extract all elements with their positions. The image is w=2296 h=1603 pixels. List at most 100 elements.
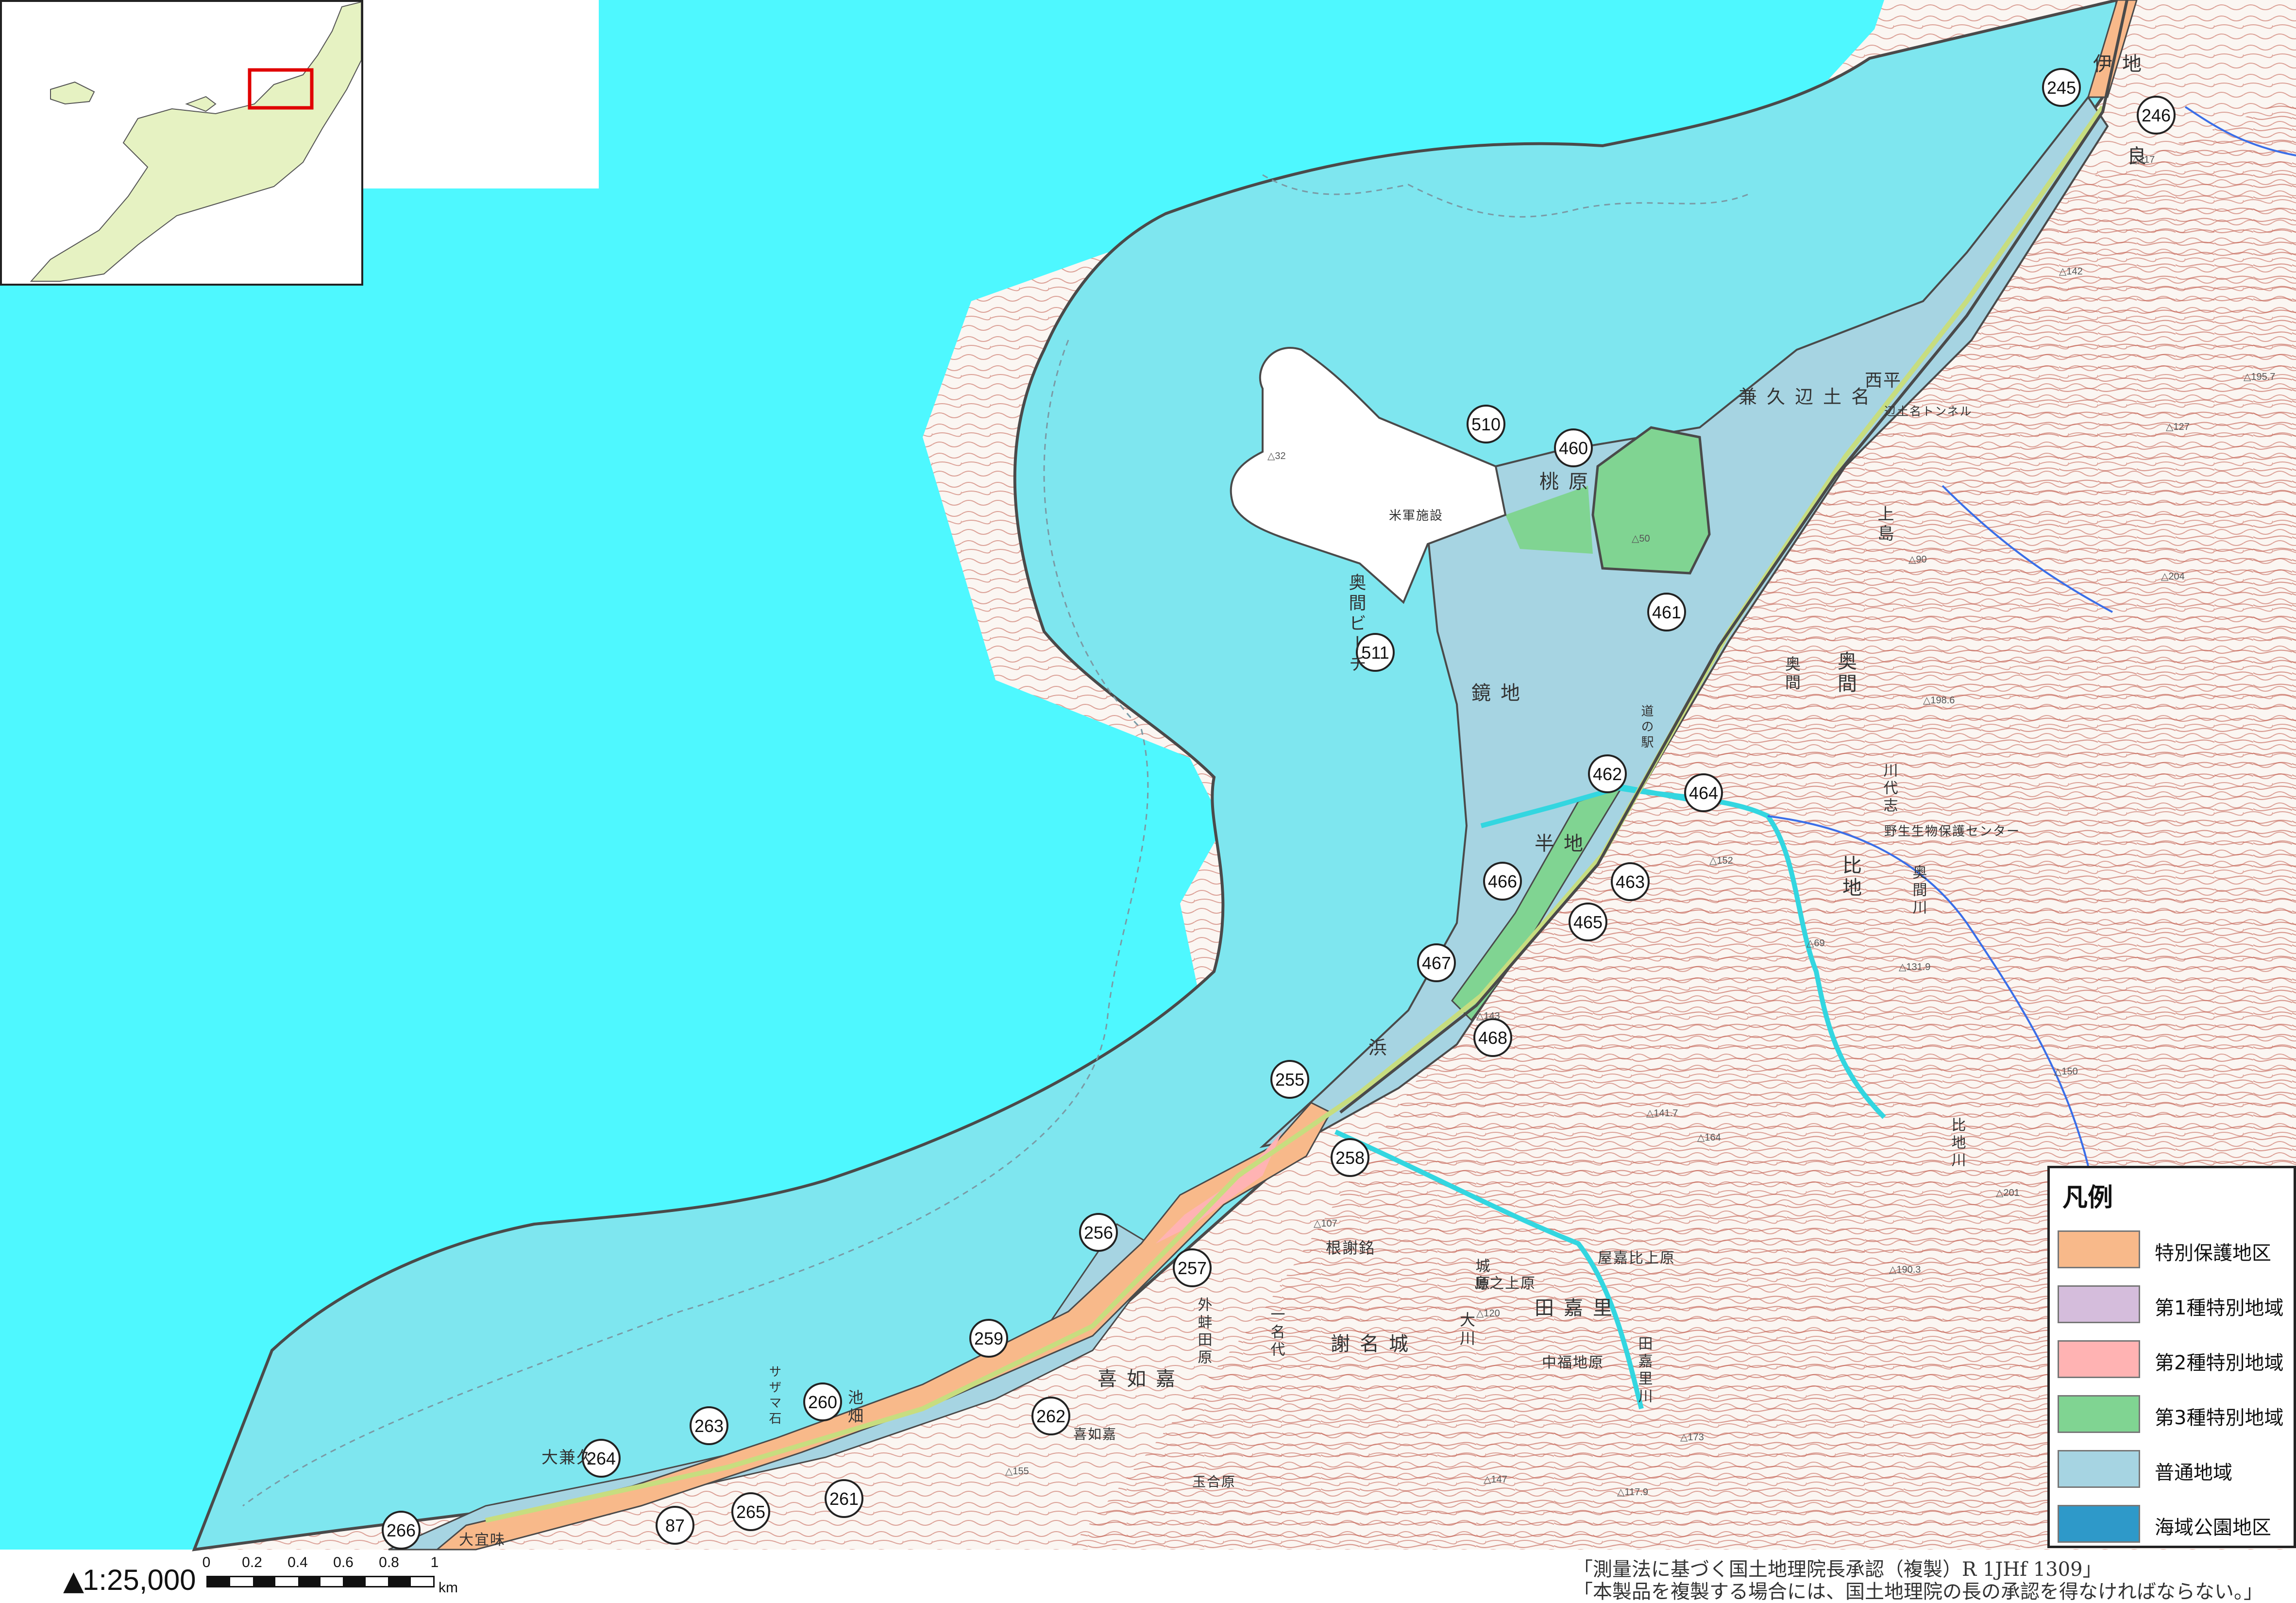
place-label-michinoeki: 道の駅 <box>1639 704 1654 751</box>
point-marker-label: 464 <box>1689 783 1718 803</box>
elevation-label: △195.7 <box>2244 372 2275 382</box>
legend-label: 第1種特別地域 <box>2155 1297 2284 1319</box>
legend-item: 海域公園地区 <box>2058 1505 2291 1544</box>
legend-swatch <box>2058 1230 2140 1268</box>
scale-ratio: 1:25,000 <box>83 1564 196 1596</box>
point-marker-265[interactable]: 265 <box>731 1492 770 1531</box>
legend-label: 普通地域 <box>2155 1462 2232 1484</box>
place-label-shimanouebaru: 島之上原 <box>1474 1275 1536 1292</box>
point-marker-261[interactable]: 261 <box>825 1479 863 1518</box>
place-label-kijoka: 喜如嘉 <box>1097 1368 1185 1390</box>
point-marker-label: 258 <box>1335 1148 1365 1168</box>
place-label-hijigawa: 比地川 <box>1949 1117 1966 1170</box>
point-marker-label: 255 <box>1275 1070 1304 1090</box>
place-label-kawashiro: 川代志 <box>1881 763 1898 815</box>
point-marker-255[interactable]: 255 <box>1270 1060 1309 1099</box>
point-marker-label: 263 <box>694 1416 724 1436</box>
legend-label: 第2種特別地域 <box>2155 1352 2284 1374</box>
point-marker-258[interactable]: 258 <box>1331 1138 1369 1177</box>
elevation-label: △142 <box>2059 266 2083 277</box>
point-marker-label: 261 <box>829 1489 859 1509</box>
place-label-kanaji: 鏡地 <box>1471 682 1530 704</box>
place-label-nejana: 根謝銘 <box>1326 1239 1375 1257</box>
point-marker-266[interactable]: 266 <box>382 1511 421 1550</box>
legend-title: 凡例 <box>2062 1183 2113 1212</box>
scale-area: ▲ 1:25,000 0 0.2 0.4 0.6 0.8 1 km <box>63 1554 481 1600</box>
elevation-label: △147 <box>1484 1474 1507 1485</box>
point-marker-label: 265 <box>736 1502 765 1522</box>
place-label-tunnel: 辺土名トンネル <box>1884 405 1973 418</box>
point-marker-label: 262 <box>1036 1406 1065 1426</box>
point-marker-label: 468 <box>1478 1028 1507 1048</box>
place-label-sotounebaru: 外蚌田原 <box>1195 1297 1212 1367</box>
place-label-iji: 伊地 <box>2093 53 2151 75</box>
place-label-kijoka_small: 喜如嘉 <box>1073 1426 1117 1442</box>
legend-item: 第1種特別地域 <box>2058 1285 2291 1324</box>
point-marker-label: 461 <box>1652 602 1681 622</box>
elevation-label: △127 <box>2166 422 2190 432</box>
elevation-label: △204 <box>2161 571 2185 582</box>
scale-tick-label: 0.4 <box>287 1554 308 1570</box>
legend-item: 普通地域 <box>2058 1450 2291 1489</box>
inset-map-svg <box>30 1 362 282</box>
place-label-yakabihiue: 屋嘉比上原 <box>1598 1250 1675 1267</box>
legend-item: 第3種特別地域 <box>2058 1395 2291 1434</box>
point-marker-262[interactable]: 262 <box>1031 1397 1070 1435</box>
point-marker-460[interactable]: 460 <box>1554 428 1593 467</box>
place-label-ogimi: 大宜味 <box>459 1532 506 1549</box>
point-marker-461[interactable]: 461 <box>1647 593 1686 631</box>
elevation-label: △90 <box>1908 554 1927 565</box>
point-marker-462[interactable]: 462 <box>1588 754 1627 793</box>
elevation-label: △150 <box>2054 1066 2078 1077</box>
point-marker-label: 465 <box>1573 912 1603 932</box>
point-marker-87[interactable]: 87 <box>656 1506 694 1545</box>
point-marker-260[interactable]: 260 <box>803 1382 842 1421</box>
point-marker-463[interactable]: 463 <box>1611 862 1650 901</box>
point-marker-256[interactable]: 256 <box>1079 1213 1118 1252</box>
place-label-hiji: 比地 <box>1839 855 1861 900</box>
inset-island-mainland <box>30 1 362 282</box>
point-marker-468[interactable]: 468 <box>1473 1018 1512 1057</box>
point-marker-label: 245 <box>2047 78 2076 98</box>
point-marker-257[interactable]: 257 <box>1173 1248 1212 1287</box>
place-label-takazato: 田嘉里 <box>1535 1297 1622 1319</box>
place-label-handi: 半地 <box>1535 833 1593 855</box>
elevation-label: △155 <box>1005 1466 1029 1477</box>
point-marker-259[interactable]: 259 <box>969 1319 1008 1358</box>
point-marker-label: 467 <box>1422 953 1451 973</box>
point-marker-label: 463 <box>1616 872 1645 892</box>
point-marker-245[interactable]: 245 <box>2042 68 2081 107</box>
point-marker-label: 246 <box>2142 105 2171 125</box>
elevation-label: △117.9 <box>1617 1487 1648 1498</box>
place-label-tamagobaru: 玉合原 <box>1192 1474 1236 1490</box>
scale-unit: km <box>439 1580 458 1596</box>
copyright-line-2: 「本製品を複製する場合には、国土地理院の長の承認を得なければならない。」 <box>1573 1581 2263 1603</box>
legend-label: 特別保護地区 <box>2155 1242 2271 1264</box>
point-marker-466[interactable]: 466 <box>1483 862 1522 901</box>
point-marker-465[interactable]: 465 <box>1569 903 1607 941</box>
legend-label: 第3種特別地域 <box>2155 1407 2284 1429</box>
elevation-label: △143 <box>1476 1011 1500 1022</box>
scale-tick-label: 0.2 <box>242 1554 262 1570</box>
elevation-label: △190.3 <box>1889 1264 1921 1275</box>
scale-tick-label: 0.8 <box>379 1554 399 1570</box>
legend-item: 特別保護地区 <box>2058 1230 2291 1269</box>
point-marker-label: 260 <box>808 1392 837 1412</box>
scale-bar <box>206 1576 435 1587</box>
elevation-label: △198.6 <box>1923 695 1955 706</box>
legend-item: 第2種特別地域 <box>2058 1340 2291 1379</box>
point-marker-246[interactable]: 246 <box>2137 96 2176 135</box>
point-marker-label: 460 <box>1559 438 1588 458</box>
scale-tick-label: 0.6 <box>333 1554 354 1570</box>
place-label-jana: 謝名城 <box>1331 1333 1418 1355</box>
point-marker-263[interactable]: 263 <box>690 1406 728 1445</box>
point-marker-label: 257 <box>1178 1258 1207 1278</box>
copyright-notice: 「測量法に基づく国土地理院長承認（複製）R 1JHf 1309」 「本製品を複製… <box>1573 1558 2287 1603</box>
point-marker-467[interactable]: 467 <box>1417 943 1456 982</box>
elevation-label: △120 <box>1476 1308 1500 1319</box>
place-label-sasama: サザマ石 <box>767 1365 781 1427</box>
point-marker-464[interactable]: 464 <box>1684 773 1723 812</box>
inset-backdrop <box>363 0 599 188</box>
point-marker-label: 256 <box>1084 1223 1113 1243</box>
point-marker-510[interactable]: 510 <box>1467 405 1505 443</box>
